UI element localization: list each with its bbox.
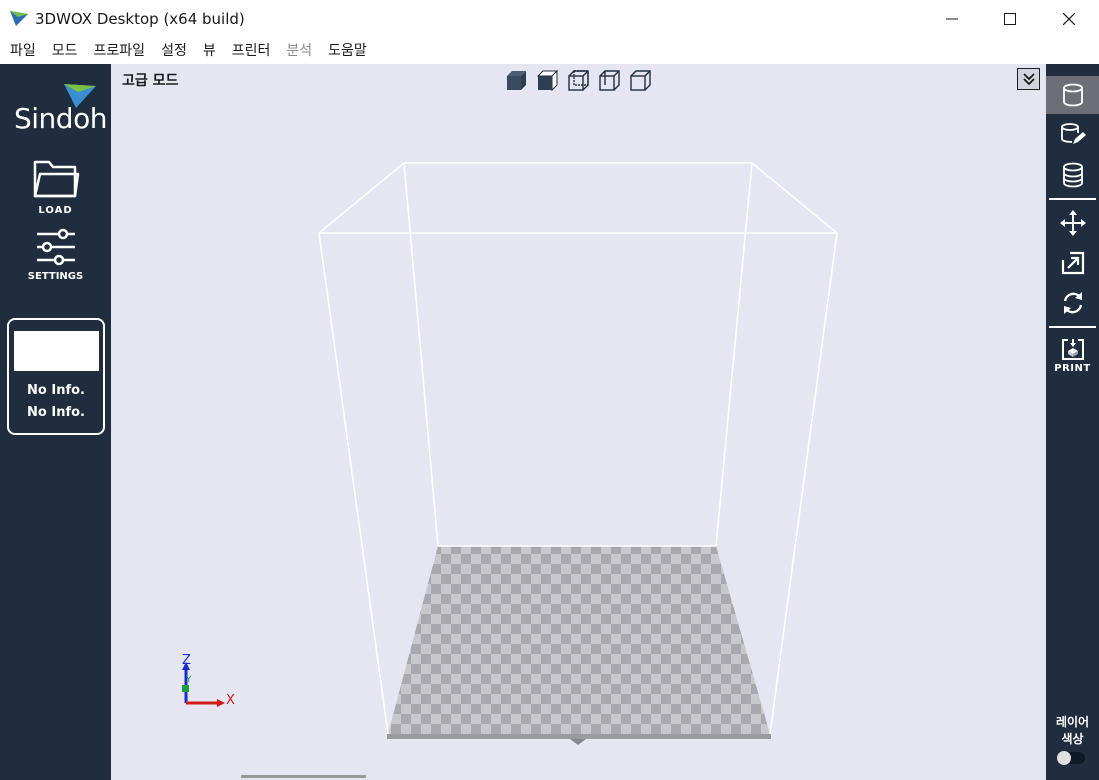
maximize-button[interactable]: [981, 0, 1039, 38]
printer-info-card[interactable]: No Info. No Info.: [7, 318, 105, 435]
layers-button[interactable]: [1046, 156, 1099, 194]
menu-profile[interactable]: 프로파일: [86, 38, 154, 64]
collapse-panel-button[interactable]: [1017, 68, 1040, 90]
move-icon: [1059, 210, 1086, 236]
load-label: LOAD: [38, 205, 73, 216]
menu-printer[interactable]: 프린터: [224, 38, 279, 64]
settings-label: SETTINGS: [27, 271, 84, 282]
print-label: PRINT: [1054, 363, 1091, 374]
axis-x-label: X: [226, 693, 235, 708]
print-icon: [1061, 339, 1084, 360]
maximize-icon: [1004, 13, 1016, 25]
layer-color-label-2: 색상: [1061, 732, 1084, 746]
3d-viewport[interactable]: 고급 모드 Z Y X: [111, 64, 1046, 780]
view-wire-top-icon[interactable]: [629, 69, 652, 91]
toolbar-divider-2: [1049, 326, 1096, 328]
brand-name: Sindoh: [14, 102, 107, 135]
axis-y-label: Y: [185, 675, 192, 685]
layer-color-label-1: 레이어: [1055, 715, 1090, 729]
scale-icon: [1061, 251, 1084, 275]
view-solid-side-icon[interactable]: [536, 69, 559, 91]
model-view-icon: [1062, 83, 1083, 107]
layers-icon: [1062, 162, 1083, 188]
title-bar: 3DWOX Desktop (x64 build): [0, 0, 1099, 38]
model-view-button[interactable]: [1046, 76, 1099, 114]
move-button[interactable]: [1046, 204, 1099, 242]
view-wire-side-icon[interactable]: [598, 69, 621, 91]
menu-analysis: 분석: [286, 43, 313, 59]
view-wire-front-icon[interactable]: [567, 69, 590, 91]
info-line-2: No Info.: [27, 405, 85, 420]
rotate-button[interactable]: [1046, 284, 1099, 322]
double-chevron-down-icon: [1022, 73, 1035, 86]
menu-view[interactable]: 뷰: [195, 38, 224, 64]
printer-thumbnail: [14, 331, 99, 371]
minimize-icon: [946, 18, 958, 20]
axis-z-label: Z: [182, 654, 191, 668]
sliders-icon: [36, 228, 75, 266]
menu-settings[interactable]: 설정: [153, 38, 195, 64]
menu-bar: 파일 모드 프로파일 설정 뷰 프린터 분석 도움말: [0, 38, 1099, 64]
axis-gizmo: Z Y X: [182, 654, 235, 708]
edit-model-button[interactable]: [1046, 116, 1099, 154]
viewport-bottom-bar: [241, 775, 366, 778]
print-bed: [387, 546, 771, 745]
layer-color-toggle[interactable]: [1057, 751, 1085, 765]
left-sidebar: Sindoh LOAD SETTINGS No Info. No Info.: [0, 64, 111, 780]
right-sidebar: PRINT 레이어 색상: [1046, 64, 1099, 780]
window-title: 3DWOX Desktop (x64 build): [35, 10, 245, 28]
load-button[interactable]: LOAD: [0, 156, 111, 216]
minimize-button[interactable]: [923, 0, 981, 38]
view-solid-front-icon[interactable]: [505, 69, 528, 91]
scale-button[interactable]: [1046, 244, 1099, 282]
menu-file[interactable]: 파일: [2, 38, 44, 64]
info-line-1: No Info.: [27, 383, 85, 398]
sindoh-logo: Sindoh: [14, 84, 107, 135]
settings-button[interactable]: SETTINGS: [0, 228, 111, 282]
toolbar-divider-1: [1049, 198, 1096, 200]
menu-help[interactable]: 도움말: [320, 38, 375, 64]
view-buttons: [505, 69, 652, 91]
mode-label: 고급 모드: [122, 73, 179, 89]
build-volume-scene: [318, 162, 838, 745]
toggle-knob: [1057, 751, 1071, 765]
edit-model-icon: [1060, 123, 1086, 144]
close-button[interactable]: [1040, 0, 1098, 38]
rotate-icon: [1063, 292, 1082, 314]
folder-icon: [33, 160, 79, 198]
close-icon: [1063, 13, 1075, 25]
app-logo-icon: [10, 11, 28, 26]
menu-mode[interactable]: 모드: [44, 38, 86, 64]
